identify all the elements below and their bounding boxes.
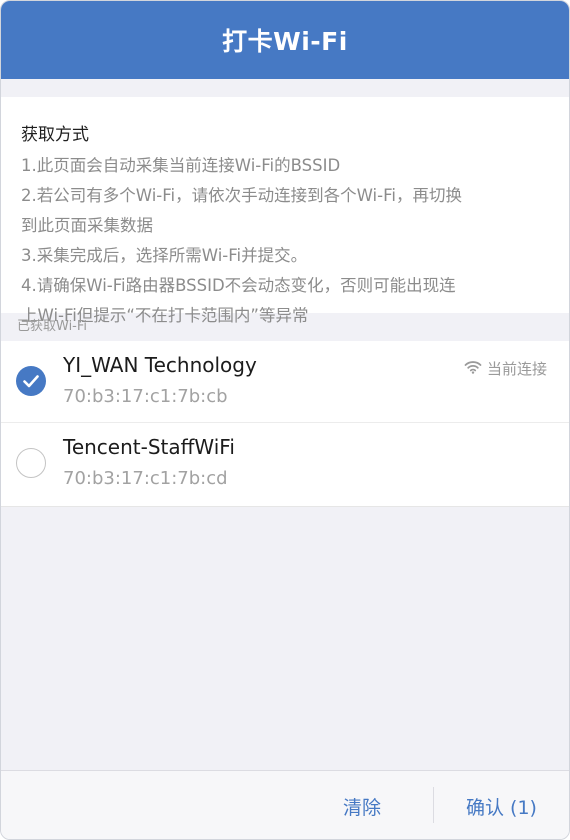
wifi-name: YI_WAN Technology bbox=[63, 353, 257, 377]
wifi-checkin-dialog: 打卡Wi-Fi 获取方式 1.此页面会自动采集当前连接Wi-Fi的BSSID 2… bbox=[0, 0, 570, 840]
instruction-line: 1.此页面会自动采集当前连接Wi-Fi的BSSID bbox=[21, 156, 341, 175]
wifi-bssid: 70:b3:17:c1:7b:cd bbox=[63, 468, 228, 489]
footer-divider bbox=[433, 787, 434, 823]
dialog-title: 打卡Wi-Fi bbox=[222, 27, 348, 56]
instruction-line: 3.采集完成后，选择所需Wi-Fi并提交。 bbox=[21, 246, 308, 265]
wifi-icon bbox=[464, 360, 482, 378]
clear-button[interactable]: 清除 bbox=[343, 793, 381, 820]
wifi-list: YI_WAN Technology 70:b3:17:c1:7b:cb 当前连接… bbox=[1, 341, 569, 507]
current-connection-badge: 当前连接 bbox=[464, 358, 547, 379]
wifi-item-yi-wan[interactable]: YI_WAN Technology 70:b3:17:c1:7b:cb 当前连接 bbox=[1, 341, 569, 423]
dialog-header: 打卡Wi-Fi bbox=[1, 1, 569, 79]
confirm-button[interactable]: 确认 (1) bbox=[466, 793, 537, 820]
instructions-title: 获取方式 bbox=[21, 125, 89, 145]
dialog-footer: 清除 确认 (1) bbox=[1, 770, 569, 839]
instruction-line: 到此页面采集数据 bbox=[21, 216, 153, 235]
wifi-name: Tencent-StaffWiFi bbox=[63, 435, 235, 459]
checked-icon[interactable] bbox=[16, 366, 46, 396]
wifi-item-tencent-staff[interactable]: Tencent-StaffWiFi 70:b3:17:c1:7b:cd bbox=[1, 423, 569, 507]
current-connection-label: 当前连接 bbox=[486, 360, 547, 378]
instruction-line: 2.若公司有多个Wi-Fi，请依次手动连接到各个Wi-Fi，再切换 bbox=[21, 186, 462, 205]
wifi-bssid: 70:b3:17:c1:7b:cb bbox=[63, 386, 228, 407]
instruction-line: 4.请确保Wi-Fi路由器BSSID不会动态变化，否则可能出现连 bbox=[21, 276, 456, 295]
instructions-panel: 获取方式 1.此页面会自动采集当前连接Wi-Fi的BSSID 2.若公司有多个W… bbox=[1, 97, 569, 325]
unchecked-circle-icon[interactable] bbox=[16, 448, 46, 478]
